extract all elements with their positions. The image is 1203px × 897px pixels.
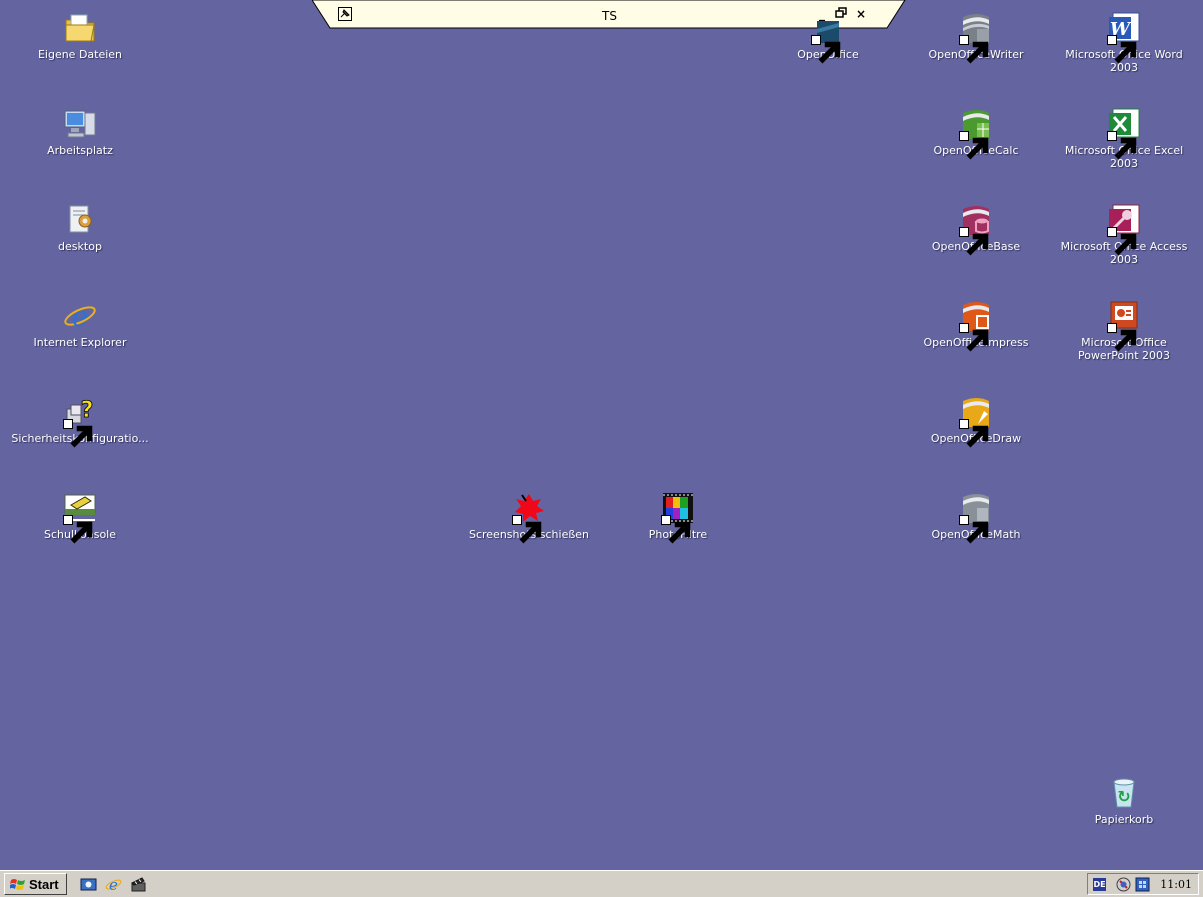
desktop-icon-sicherheitskonfiguration[interactable]: ? Sicherheitskonfiguratio...: [5, 395, 155, 448]
windows-logo-icon: [10, 879, 25, 890]
shortcut-arrow-icon: [1107, 131, 1137, 160]
shortcut-arrow-icon: [959, 227, 989, 256]
internet-explorer-icon: e: [63, 299, 97, 333]
shortcut-arrow-icon: [959, 323, 989, 352]
openoffice-math-icon: [959, 491, 993, 544]
openoffice-calc-icon: [959, 107, 993, 160]
internet-explorer-quicklaunch-icon[interactable]: e: [105, 876, 122, 894]
photofiltre-icon: [661, 491, 695, 544]
desktop-icon-label: Internet Explorer: [33, 336, 127, 349]
shortcut-arrow-icon: [512, 515, 542, 544]
desktop-icon-internet-explorer[interactable]: e Internet Explorer: [5, 299, 155, 349]
desktop-icon-schulkonsole[interactable]: Schulkonsole: [5, 491, 155, 544]
desktop-icon-openoffice-impress[interactable]: OpenOfficeImpress: [901, 299, 1051, 352]
desktop-icon-photofiltre[interactable]: PhotoFiltre: [603, 491, 753, 544]
openoffice-draw-icon: [959, 395, 993, 448]
desktop-icon-label: Arbeitsplatz: [47, 144, 113, 157]
shortcut-arrow-icon: [1107, 323, 1137, 352]
school-console-icon: [63, 491, 97, 544]
desktop-icon-ms-excel[interactable]: Microsoft Office Excel 2003: [1049, 107, 1199, 170]
shortcut-arrow-icon: [1107, 35, 1137, 64]
shortcut-arrow-icon: [959, 515, 989, 544]
shortcut-arrow-icon: [1107, 227, 1137, 256]
desktop-icon-label: Eigene Dateien: [37, 48, 123, 61]
taskbar: Start e DE 11:01: [0, 870, 1203, 897]
desktop-icon-eigene-dateien[interactable]: Eigene Dateien: [5, 11, 155, 61]
shortcut-arrow-icon: [959, 131, 989, 160]
desktop-icon-ms-powerpoint[interactable]: Microsoft Office PowerPoint 2003: [1049, 299, 1199, 362]
shortcut-arrow-icon: [811, 35, 841, 64]
desktop-icon-openoffice-writer[interactable]: OpenOfficeWriter: [901, 11, 1051, 64]
shortcut-arrow-icon: [661, 515, 691, 544]
desktop-icon-openoffice-draw[interactable]: OpenOfficeDraw: [901, 395, 1051, 448]
svg-text:↻: ↻: [1117, 787, 1130, 806]
desktop-icon-papierkorb[interactable]: ↻ Papierkorb: [1049, 776, 1199, 826]
ms-powerpoint-icon: [1107, 299, 1141, 352]
clock[interactable]: 11:01: [1160, 878, 1192, 891]
ms-word-icon: W: [1107, 11, 1141, 64]
show-desktop-icon[interactable]: [80, 876, 97, 893]
ms-access-icon: [1107, 203, 1141, 256]
desktop-icon-screenshots[interactable]: Screenshots schießen: [454, 491, 604, 544]
security-shield-icon[interactable]: [1116, 877, 1131, 896]
desktop-icon-ms-access[interactable]: Microsoft Office Access 2003: [1049, 203, 1199, 266]
shortcut-arrow-icon: [63, 419, 93, 448]
desktop-icon-openoffice-calc[interactable]: OpenOfficeCalc: [901, 107, 1051, 160]
system-tray: DE 11:01: [1087, 873, 1199, 895]
desktop-icon-arbeitsplatz[interactable]: Arbeitsplatz: [5, 107, 155, 157]
desktop-icon-openoffice[interactable]: OpenOffice: [753, 11, 903, 64]
openoffice-writer-icon: [959, 11, 993, 64]
desktop-icon-openoffice-math[interactable]: OpenOfficeMath: [901, 491, 1051, 544]
my-computer-icon: [63, 107, 97, 141]
shortcut-arrow-icon: [959, 419, 989, 448]
screenshot-tool-icon: [512, 491, 546, 544]
svg-text:e: e: [109, 876, 118, 893]
desktop-icon-desktop[interactable]: desktop: [5, 203, 155, 253]
network-icon[interactable]: [1135, 877, 1150, 896]
desktop-icon-label: Papierkorb: [1094, 813, 1154, 826]
folder-documents-icon: [63, 11, 97, 45]
start-button[interactable]: Start: [4, 873, 67, 895]
desktop-folder-icon: [63, 203, 97, 237]
openoffice-impress-icon: [959, 299, 993, 352]
shortcut-arrow-icon: [959, 35, 989, 64]
ms-excel-icon: [1107, 107, 1141, 160]
security-config-icon: ?: [63, 395, 97, 448]
desktop-icon-label: desktop: [58, 240, 102, 253]
shortcut-arrow-icon: [63, 515, 93, 544]
desktop-icon-openoffice-base[interactable]: OpenOfficeBase: [901, 203, 1051, 256]
recycle-bin-icon: ↻: [1107, 776, 1141, 810]
media-quicklaunch-icon[interactable]: [130, 876, 147, 893]
openoffice-icon: [811, 11, 845, 64]
openoffice-base-icon: [959, 203, 993, 256]
start-label: Start: [29, 877, 59, 892]
svg-text:e: e: [72, 300, 89, 333]
desktop-icon-ms-word[interactable]: W Microsoft Office Word 2003: [1049, 11, 1199, 74]
language-indicator[interactable]: DE: [1093, 878, 1106, 891]
